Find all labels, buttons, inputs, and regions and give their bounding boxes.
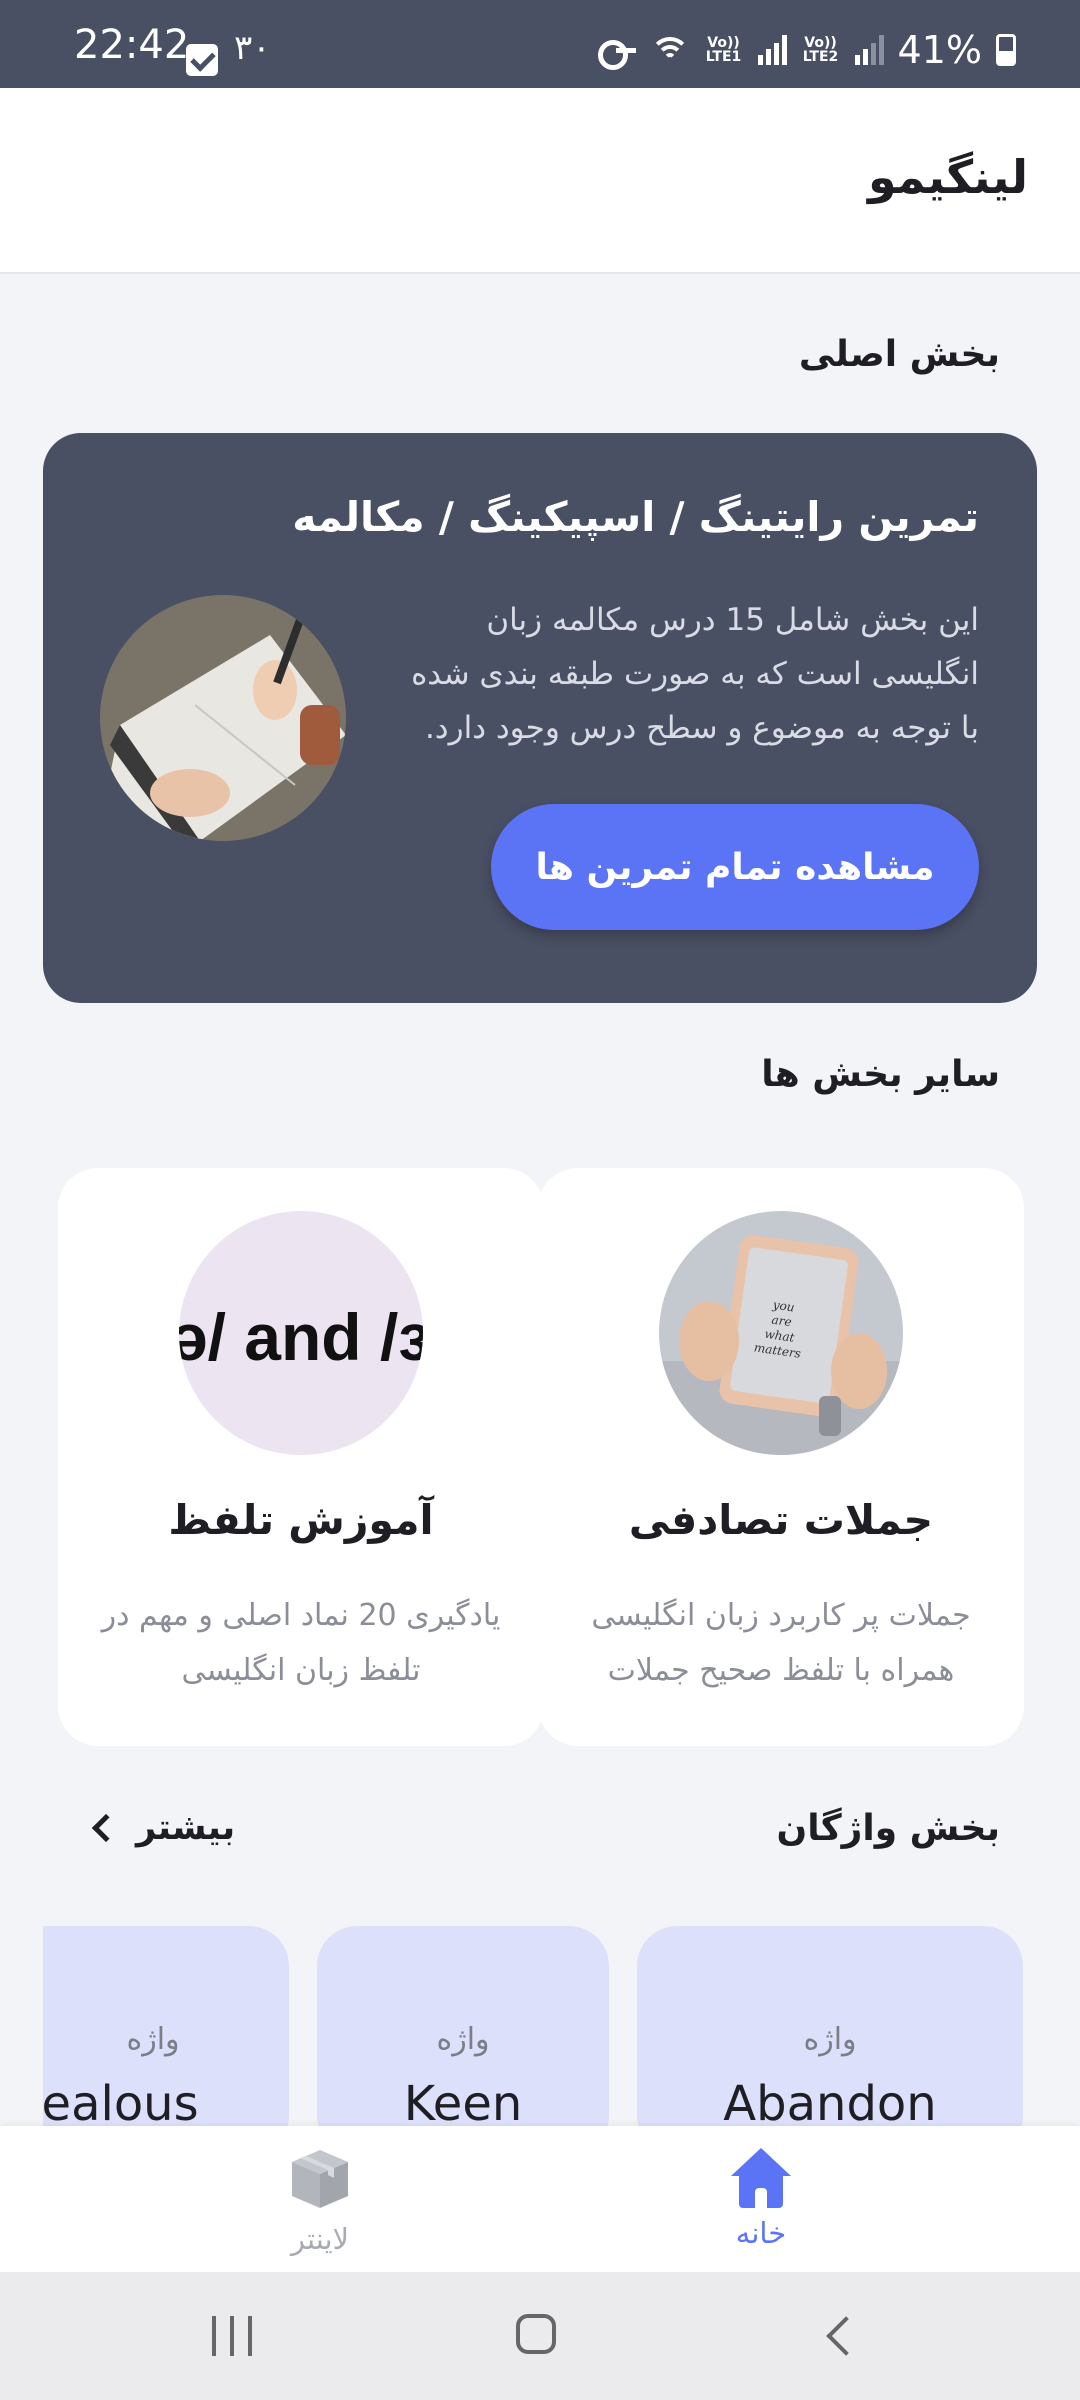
main-card-description: این بخش شامل 15 درس مکالمه زبان انگلیسی … [411, 602, 979, 746]
tablet-photo: you are what matters [659, 1211, 903, 1455]
vocab-tag: واژه [126, 2022, 180, 2057]
vocab-tag: واژه [803, 2022, 857, 2057]
status-notification-count: ۳۰ [234, 28, 271, 68]
vocab-word: Keen [403, 2076, 523, 2132]
box-icon [292, 2150, 348, 2208]
nav-home-label: خانه [735, 2216, 787, 2250]
random-sentences-description: جملات پر کاربرد زبان انگلیسی همراه با تل… [591, 1598, 971, 1688]
vocab-section-title: بخش واژگان [776, 1808, 1000, 1849]
vocab-card[interactable]: واژه Keen [317, 1926, 609, 2156]
view-all-exercises-button[interactable]: مشاهده تمام تمرین ها [491, 804, 979, 930]
app-bar: لینگیمو [0, 88, 1080, 274]
vocab-tag: واژه [436, 2022, 490, 2057]
home-icon [729, 2148, 793, 2208]
vocab-card[interactable]: واژه Abandon [637, 1926, 1023, 2156]
chevron-left-icon [91, 1813, 121, 1843]
vocab-word: Abandon [723, 2076, 937, 2132]
system-navigation-bar [0, 2272, 1080, 2400]
main-section-title: بخش اصلی [798, 334, 1000, 375]
battery-percent: 41% [897, 28, 982, 72]
lte2-label: Vo)) LTE2 [802, 35, 839, 65]
pronunciation-image-text: ə/ and /ɜ [179, 1300, 423, 1374]
status-time: 22:42 [74, 22, 190, 68]
pronunciation-image: ə/ and /ɜ [179, 1211, 423, 1455]
app-title: لینگیمو [867, 150, 1028, 204]
vocab-more-link[interactable]: بیشتر [91, 1808, 236, 1848]
vpn-key-icon [597, 40, 636, 70]
checkbox-notification-icon [186, 44, 218, 76]
signal-icon [854, 35, 884, 65]
pronunciation-description: یادگیری 20 نماد اصلی و مهم در تلفظ زبان … [101, 1598, 501, 1688]
back-icon[interactable] [826, 2316, 866, 2356]
writing-notebook-photo [100, 595, 346, 841]
more-label: بیشتر [136, 1808, 236, 1848]
system-home-icon[interactable] [516, 2314, 556, 2354]
nav-lightner[interactable]: لاینتر [240, 2148, 400, 2256]
recent-apps-icon[interactable] [212, 2316, 252, 2356]
lte1-label: Vo)) LTE1 [705, 35, 742, 65]
bottom-navigation: خانه لاینتر [0, 2126, 1080, 2272]
pronunciation-title: آموزش تلفظ [168, 1496, 434, 1544]
wifi-icon [649, 33, 690, 67]
status-bar: 22:42 ۳۰ Vo)) LTE1 Vo)) LTE2 41% [0, 0, 1080, 88]
svg-text:are: are [771, 1313, 793, 1330]
other-sections-title: سایر بخش ها [761, 1054, 1000, 1095]
random-sentences-card[interactable]: you are what matters جملات تصادفی جملات … [538, 1168, 1024, 1746]
signal-icon [757, 35, 787, 65]
pronunciation-card[interactable]: ə/ and /ɜ آموزش تلفظ یادگیری 20 نماد اصل… [58, 1168, 544, 1746]
main-section-card: تمرین رایتینگ / اسپیکینگ / مکالمه این بخ… [43, 433, 1037, 1003]
nav-lightner-label: لاینتر [290, 2222, 350, 2256]
vocab-word: Jealous [43, 2076, 199, 2132]
nav-home[interactable]: خانه [681, 2148, 841, 2250]
vocab-card[interactable]: واژه Jealous [43, 1926, 289, 2156]
random-sentences-title: جملات تصادفی [628, 1496, 934, 1544]
status-icons: Vo)) LTE1 Vo)) LTE2 41% [597, 28, 1016, 72]
battery-icon [996, 34, 1016, 66]
main-card-title: تمرین رایتینگ / اسپیکینگ / مکالمه [292, 493, 979, 541]
